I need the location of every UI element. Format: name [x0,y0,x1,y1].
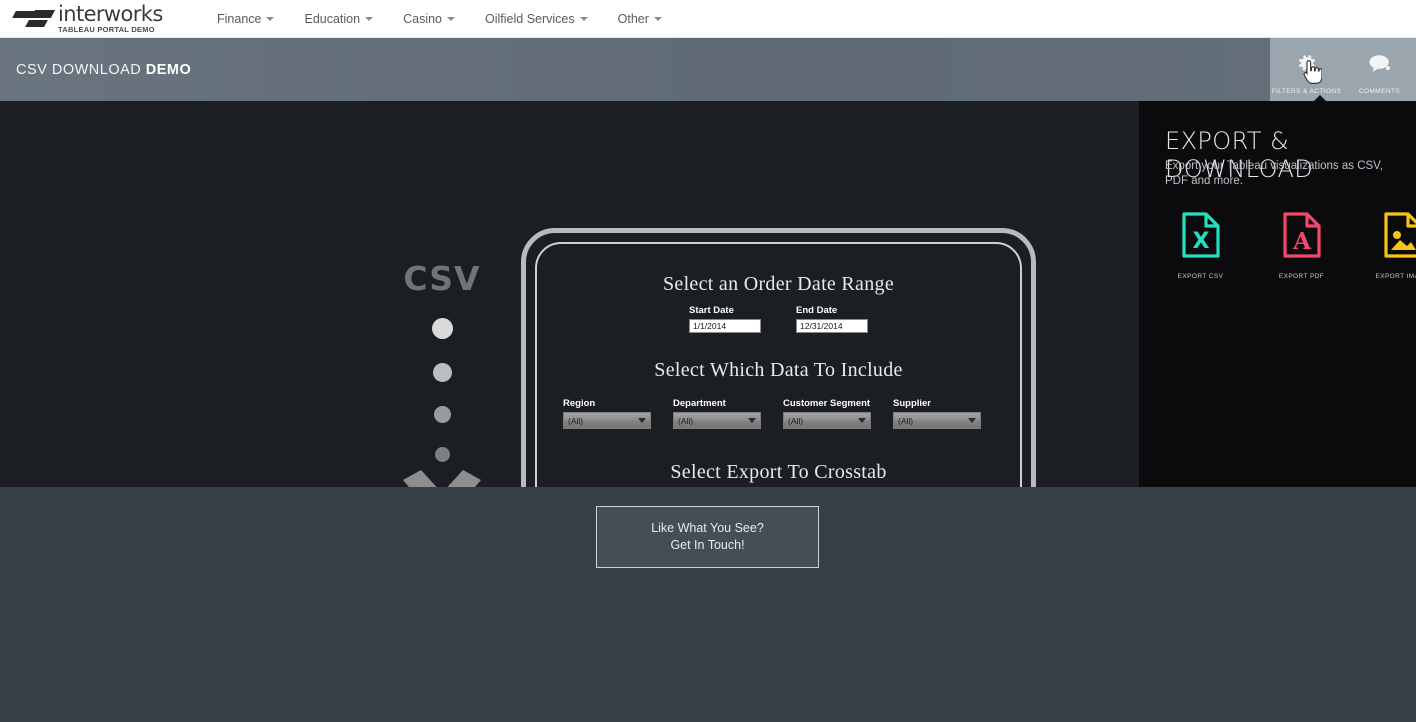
filter-supplier: Supplier (All) [893,398,981,429]
department-dropdown-value: (All) [678,415,694,426]
filters-and-actions-label: FILTERS & ACTIONS [1271,88,1342,95]
end-date-input[interactable]: 12/31/2014 [796,319,868,333]
chevron-down-icon [858,418,866,423]
page-title-plain: CSV DOWNLOAD [16,62,146,78]
start-date-label: Start Date [689,305,734,316]
viz-toolbar: FILTERS & ACTIONS COMMENTS [1270,38,1416,101]
comments-button[interactable]: COMMENTS [1343,38,1416,101]
start-date-input[interactable]: 1/1/2014 [689,319,761,333]
supplier-dropdown-value: (All) [898,415,914,426]
nav-item-oilfield-services[interactable]: Oilfield Services [485,12,588,26]
export-csv-label: EXPORT CSV [1177,273,1224,280]
nav-item-label: Other [617,11,649,26]
filter-controls: Region (All) Department (All) Customer S… [563,398,1011,429]
chevron-down-icon [653,16,662,21]
export-panel-subtext: Export your Tableau visualizations as CS… [1165,160,1383,187]
filter-department: Department (All) [673,398,761,429]
start-date-group: Start Date 1/1/2014 [689,305,761,333]
csv-decorative-graphic: CSV [392,259,492,526]
chevron-down-icon [579,16,588,21]
region-dropdown-value: (All) [568,415,584,426]
get-in-touch-button[interactable]: Like What You See? Get In Touch! [596,506,819,568]
filters-and-actions-button[interactable]: FILTERS & ACTIONS [1270,38,1343,101]
cta-line-2: Get In Touch! [670,538,745,552]
filter-label: Customer Segment [783,398,871,409]
chevron-down-icon [748,418,756,423]
nav-item-label: Oilfield Services [485,11,575,26]
csv-graphic-dots [392,318,492,462]
export-pdf-button[interactable]: A EXPORT PDF [1264,211,1339,280]
nav-item-other[interactable]: Other [618,12,662,26]
page-title-bold: DEMO [145,62,192,78]
site-logo[interactable]: interworks TABLEAU PORTAL DEMO [12,1,169,34]
end-date-label: End Date [796,305,838,316]
viz-main-area: CSV Select an Order Date Range Start Dat… [0,101,1139,538]
nav-item-finance[interactable]: Finance [217,11,275,26]
cta-line-1: Like What You See? [651,521,764,535]
nav-items: Finance Education Casino Oilfield Servic… [217,12,662,26]
chevron-down-icon [365,16,374,21]
csv-graphic-dot [431,318,453,339]
viz-title-bar [0,38,1416,101]
export-image-label: EXPORT IMAGE [1375,273,1416,280]
export-pdf-label: EXPORT PDF [1278,273,1325,280]
chevron-down-icon [968,418,976,423]
page-title: CSV DOWNLOAD DEMO [16,62,191,78]
file-image-icon [1383,211,1416,264]
filter-label: Supplier [893,398,932,409]
export-buttons: X EXPORT CSV A EXPORT PDF EXPORT IM [1163,211,1416,280]
supplier-dropdown[interactable]: (All) [893,412,981,429]
region-dropdown[interactable]: (All) [563,412,651,429]
data-include-heading: Select Which Data To Include [654,359,903,381]
customer-segment-dropdown-value: (All) [788,415,804,426]
comment-icon [1368,53,1392,78]
filter-customer-segment: Customer Segment (All) [783,398,871,429]
nav-item-education[interactable]: Education [304,11,374,26]
logo-subtitle: TABLEAU PORTAL DEMO [58,24,155,34]
nav-item-label: Finance [217,11,262,26]
filter-label: Region [563,398,596,409]
filter-label: Department [673,398,726,409]
export-crosstab-heading: Select Export To Crosstab [670,461,887,483]
viz-canvas: CSV Select an Order Date Range Start Dat… [0,101,1416,538]
csv-graphic-dot [433,406,451,423]
page-root: interworks TABLEAU PORTAL DEMO Finance E… [0,0,1416,722]
nav-item-label: Education [304,11,361,26]
chevron-down-icon [638,418,646,423]
chevron-down-icon [266,16,275,21]
interworks-logo-icon [12,7,56,31]
department-dropdown[interactable]: (All) [673,412,761,429]
date-range-heading: Select an Order Date Range [662,273,895,295]
csv-graphic-label: CSV [403,259,481,298]
export-download-panel: EXPORT & DOWNLOAD Export your Tableau vi… [1139,101,1416,487]
svg-text:A: A [1292,228,1312,255]
footer-area: Like What You See? Get In Touch! [0,487,1416,722]
chevron-down-icon [447,16,456,21]
top-navigation-bar: interworks TABLEAU PORTAL DEMO Finance E… [0,0,1416,38]
comments-label: COMMENTS [1358,88,1401,95]
svg-text:X: X [1192,229,1209,254]
end-date-group: End Date 12/31/2014 [796,305,868,333]
filter-region: Region (All) [563,398,651,429]
export-csv-button[interactable]: X EXPORT CSV [1163,211,1238,280]
gear-icon [1296,52,1318,79]
file-pdf-icon: A [1282,211,1322,264]
csv-graphic-dot [432,363,452,382]
nav-item-casino[interactable]: Casino [403,11,456,26]
export-image-button[interactable]: EXPORT IMAGE [1365,211,1416,280]
csv-graphic-dot [434,447,450,462]
date-range-fields: Start Date 1/1/2014 End Date 12/31/2014 [526,305,1031,333]
logo-name: interworks [58,1,163,26]
customer-segment-dropdown[interactable]: (All) [783,412,871,429]
nav-item-label: Casino [403,11,443,26]
file-csv-icon: X [1181,211,1221,264]
